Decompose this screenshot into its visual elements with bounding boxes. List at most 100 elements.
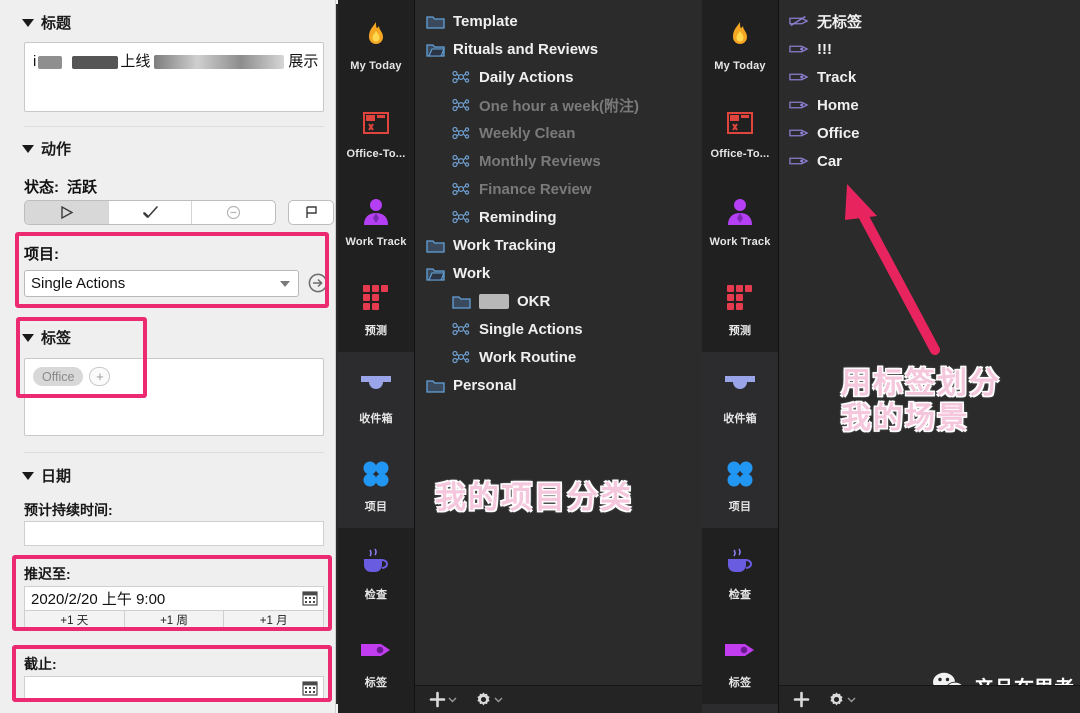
project-row[interactable]: Weekly Clean: [415, 119, 702, 147]
plus-icon: [793, 691, 810, 708]
rail-item-tags[interactable]: 标签: [338, 616, 414, 704]
project-row[interactable]: Monthly Reviews: [415, 147, 702, 175]
action-section-header[interactable]: 动作: [22, 138, 71, 159]
project-row-label: Template: [453, 12, 518, 30]
calendar-icon[interactable]: [302, 590, 318, 606]
projects-settings-button[interactable]: [475, 691, 503, 708]
rail-item-my-today[interactable]: My Today: [702, 0, 778, 88]
rail-label: Office-To...: [346, 148, 406, 160]
status-completed-button[interactable]: [109, 201, 193, 224]
circle-dash-icon: [227, 205, 241, 220]
project-row-label: Work Routine: [479, 348, 577, 366]
defer-quick-buttons[interactable]: +1 天 +1 周 +1 月: [24, 611, 324, 630]
rail-item-completed[interactable]: 已完成: [338, 704, 414, 713]
project-row[interactable]: Single Actions: [415, 315, 702, 343]
due-date-input[interactable]: [24, 676, 324, 701]
project-row[interactable]: Template: [415, 7, 702, 35]
calendar-icon[interactable]: [302, 680, 318, 696]
rail-item-review[interactable]: 检查: [702, 528, 778, 616]
flag-button[interactable]: [288, 200, 334, 225]
project-row[interactable]: Rituals and Reviews: [415, 35, 702, 63]
rail-item-work-track[interactable]: Work Track: [702, 176, 778, 264]
action-section-label: 动作: [41, 141, 72, 158]
rail-item-forecast[interactable]: 预测: [702, 264, 778, 352]
status-dropped-button[interactable]: [192, 201, 275, 224]
rail-item-my-today[interactable]: My Today: [338, 0, 414, 88]
rail-item-office-to[interactable]: Office-To...: [702, 88, 778, 176]
gear-icon: [477, 692, 490, 706]
rail-item-work-track[interactable]: Work Track: [338, 176, 414, 264]
title-suffix: 展示: [288, 53, 319, 70]
title-input[interactable]: i 上线 展示: [24, 42, 324, 112]
tag-row[interactable]: Office: [779, 119, 1080, 147]
projects-icon: [724, 454, 756, 494]
forecast-icon: [361, 278, 391, 318]
tag-row[interactable]: Car: [779, 147, 1080, 175]
defer-plus-1-day[interactable]: +1 天: [25, 611, 125, 629]
tags-settings-button[interactable]: [828, 691, 856, 708]
tag-row[interactable]: !!!: [779, 35, 1080, 63]
project-row-label: Reminding: [479, 208, 557, 226]
title-mid: 上线: [120, 53, 151, 70]
rail-item-review[interactable]: 检查: [338, 528, 414, 616]
duration-input[interactable]: [24, 521, 324, 546]
rail-item-projects[interactable]: 项目: [338, 440, 414, 528]
add-tag-button[interactable]: +: [89, 367, 111, 386]
rail-item-forecast[interactable]: 预测: [338, 264, 414, 352]
tag-section-header[interactable]: 标签: [22, 327, 71, 348]
divider-2: [24, 452, 324, 453]
rail-item-inbox[interactable]: 收件箱: [702, 352, 778, 440]
tag-row-label: 无标签: [817, 13, 863, 31]
defer-plus-1-month[interactable]: +1 月: [224, 611, 323, 629]
defer-plus-1-week[interactable]: +1 周: [125, 611, 225, 629]
rail-item-tags[interactable]: 标签: [702, 616, 778, 704]
redaction-block-3: [154, 55, 285, 70]
project-row[interactable]: Work Tracking: [415, 231, 702, 259]
flag-icon: [305, 206, 317, 218]
title-section-header[interactable]: 标题: [22, 12, 71, 33]
left-rail: My Today Office-To... Work Track 预测 收件箱: [338, 0, 415, 713]
project-row[interactable]: Personal: [415, 371, 702, 399]
project-row-label: Rituals and Reviews: [453, 40, 599, 58]
plus-icon: [429, 691, 446, 708]
project-row[interactable]: Reminding: [415, 203, 702, 231]
projects-tree: Template Rituals and Reviews Daily Actions…: [415, 0, 702, 399]
project-row[interactable]: One hour a week(附注): [415, 91, 702, 119]
project-dropdown[interactable]: Single Actions: [24, 270, 299, 297]
rail-label: My Today: [714, 60, 766, 72]
review-icon: [359, 542, 393, 582]
project-row[interactable]: Work Routine: [415, 343, 702, 371]
rail-label: 项目: [728, 501, 752, 513]
chevron-down-icon: [22, 471, 34, 480]
rail-item-projects[interactable]: 项目: [702, 440, 778, 528]
tag-row-label: Track: [817, 68, 857, 86]
tag-row[interactable]: Home: [779, 91, 1080, 119]
status-segmented-control[interactable]: [24, 200, 276, 225]
project-jump-button[interactable]: [308, 273, 328, 298]
rail-item-inbox[interactable]: 收件箱: [338, 352, 414, 440]
no-tag-icon: [789, 14, 809, 28]
project-icon: [451, 154, 471, 168]
rail-item-office-to[interactable]: Office-To...: [338, 88, 414, 176]
date-section-header[interactable]: 日期: [22, 465, 71, 486]
tag-field[interactable]: Office +: [24, 358, 324, 436]
chevron-down-icon: [494, 697, 503, 703]
project-row-label: Weekly Clean: [479, 124, 576, 142]
project-row[interactable]: OKR: [415, 287, 702, 315]
tag-row[interactable]: 无标签: [779, 7, 1080, 35]
project-row-label: OKR: [517, 292, 551, 310]
project-row[interactable]: Daily Actions: [415, 63, 702, 91]
project-row[interactable]: Work: [415, 259, 702, 287]
rail-item-completed[interactable]: 已完成: [702, 704, 778, 713]
projects-bottom-toolbar: [415, 685, 702, 713]
tag-chip-office[interactable]: Office: [33, 367, 84, 386]
defer-date-input[interactable]: 2020/2/20 上午 9:00: [24, 586, 324, 611]
project-icon: [451, 350, 471, 364]
add-tag-button[interactable]: [793, 691, 810, 708]
add-project-button[interactable]: [429, 691, 457, 708]
tag-row[interactable]: Track: [779, 63, 1080, 91]
tag-icon: [723, 630, 757, 670]
project-row[interactable]: Finance Review: [415, 175, 702, 203]
status-active-button[interactable]: [25, 201, 109, 224]
project-row-label: Work: [453, 264, 491, 282]
